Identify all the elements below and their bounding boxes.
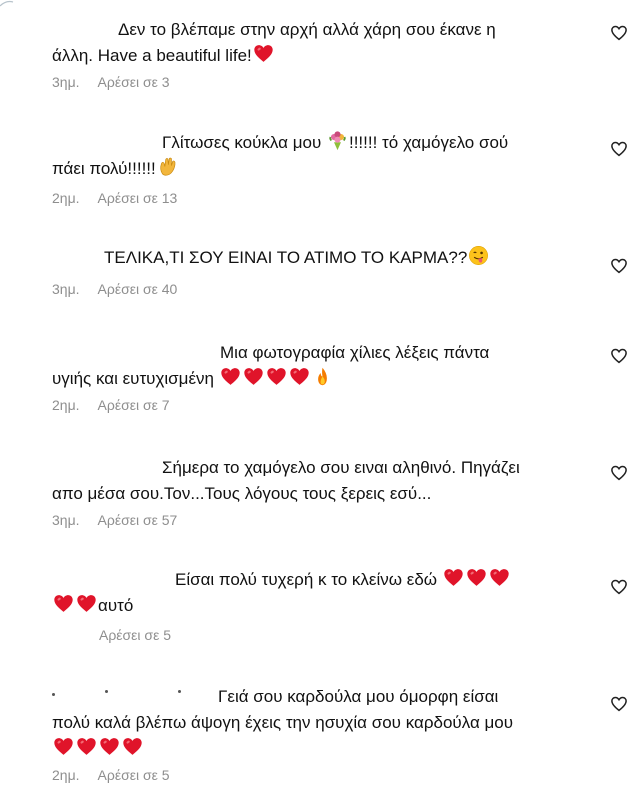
comment-text: Γλίτωσες κούκλα μου !!!!!! τό χαμόγελο σ… bbox=[0, 130, 600, 182]
stray-dot bbox=[105, 690, 108, 693]
comment-meta: 2ημ. Αρέσει σε 7 bbox=[52, 397, 170, 413]
comment-likes-link[interactable]: Αρέσει σε 3 bbox=[98, 74, 170, 90]
comment-text-segment: Μια φωτογραφία χίλιες λέξεις πάντα bbox=[220, 343, 490, 362]
red-heart-icon bbox=[76, 593, 97, 621]
comment-text-segment: άλλη. Have a beautiful life! bbox=[52, 46, 252, 65]
comment-timestamp: 3ημ. bbox=[52, 281, 80, 297]
comment-likes-link[interactable]: Αρέσει σε 57 bbox=[98, 512, 178, 528]
heart-outline-icon[interactable] bbox=[610, 140, 628, 158]
comment-text-segment: πάει πολύ!!!!!! bbox=[52, 159, 156, 178]
red-heart-icon bbox=[443, 567, 464, 595]
winking-tongue-face-icon bbox=[468, 245, 489, 273]
comment-text: Δεν το βλέπαμε στην αρχή αλλά χάρη σου έ… bbox=[0, 17, 600, 69]
comment-timestamp: 2ημ. bbox=[52, 397, 80, 413]
comment-meta: 3ημ. Αρέσει σε 3 bbox=[52, 74, 170, 90]
comment-text-segment: απο μέσα σου.Τον...Τους λόγους τους ξερε… bbox=[52, 484, 432, 503]
comment-likes-link[interactable]: Αρέσει σε 7 bbox=[98, 397, 170, 413]
comment-line: πολύ καλά βλέπω άψογη έχεις την ησυχία σ… bbox=[0, 710, 600, 736]
comment-likes-link[interactable]: Αρέσει σε 5 bbox=[99, 627, 171, 643]
comment-meta: Αρέσει σε 5 bbox=[52, 627, 171, 643]
comment-text-segment: αυτό bbox=[98, 596, 134, 615]
comment-line: αυτό bbox=[0, 593, 600, 619]
comment-line bbox=[0, 736, 600, 762]
comment-text: Είσαι πολύ τυχερή κ το κλείνω εδώ αυτό bbox=[0, 567, 600, 619]
red-heart-icon bbox=[489, 567, 510, 595]
red-heart-icon bbox=[53, 593, 74, 621]
comment-meta: 3ημ. Αρέσει σε 57 bbox=[52, 512, 177, 528]
comment-text-segment: Δεν το βλέπαμε στην αρχή αλλά χάρη σου έ… bbox=[118, 20, 496, 39]
red-heart-icon bbox=[220, 366, 241, 394]
comment-line: άλλη. Have a beautiful life! bbox=[0, 43, 600, 69]
comment-timestamp: 2ημ. bbox=[52, 190, 80, 206]
comment-text-segment: Γλίτωσες κούκλα μου bbox=[162, 133, 326, 152]
red-heart-icon bbox=[266, 366, 287, 394]
comment-text-segment: Είσαι πολύ τυχερή κ το κλείνω εδώ bbox=[175, 570, 442, 589]
comment-likes-link[interactable]: Αρέσει σε 5 bbox=[98, 767, 170, 783]
comment-meta: 2ημ. Αρέσει σε 13 bbox=[52, 190, 177, 206]
comment-meta: 2ημ. Αρέσει σε 5 bbox=[52, 767, 170, 783]
heart-outline-icon[interactable] bbox=[610, 347, 628, 365]
heart-outline-icon[interactable] bbox=[610, 257, 628, 275]
heart-outline-icon[interactable] bbox=[610, 24, 628, 42]
heart-outline-icon[interactable] bbox=[610, 578, 628, 596]
comment-line: Σήμερα το χαμόγελο σου ειναι αληθινό. Πη… bbox=[0, 455, 600, 481]
clapping-hands-icon bbox=[157, 156, 178, 184]
comment-line: υγιής και ευτυχισμένη bbox=[0, 366, 600, 392]
stray-dot bbox=[178, 690, 181, 693]
corner-arc-decoration bbox=[0, 0, 14, 7]
bouquet-icon bbox=[327, 130, 348, 158]
comment-line: Μια φωτογραφία χίλιες λέξεις πάντα bbox=[0, 340, 600, 366]
red-heart-icon bbox=[99, 736, 120, 764]
comment-line: Δεν το βλέπαμε στην αρχή αλλά χάρη σου έ… bbox=[0, 17, 600, 43]
comment-text-segment: Γειά σου καρδούλα μου όμορφη είσαι bbox=[218, 687, 499, 706]
comment-meta: 3ημ. Αρέσει σε 40 bbox=[52, 281, 177, 297]
comment-line: Γλίτωσες κούκλα μου !!!!!! τό χαμόγελο σ… bbox=[0, 130, 600, 156]
comment-text-segment: !!!!!! τό χαμόγελο σού bbox=[348, 133, 509, 152]
comment-line: Είσαι πολύ τυχερή κ το κλείνω εδώ bbox=[0, 567, 600, 593]
comment-text: Σήμερα το χαμόγελο σου ειναι αληθινό. Πη… bbox=[0, 455, 600, 507]
fire-icon bbox=[312, 366, 333, 394]
comment-timestamp: 3ημ. bbox=[52, 512, 80, 528]
comment-line: απο μέσα σου.Τον...Τους λόγους τους ξερε… bbox=[0, 481, 600, 507]
comment-timestamp: 3ημ. bbox=[52, 74, 80, 90]
red-heart-icon bbox=[243, 366, 264, 394]
comment-text-segment: Σήμερα το χαμόγελο σου ειναι αληθινό. Πη… bbox=[162, 458, 520, 477]
comment-text-segment: πολύ καλά βλέπω άψογη έχεις την ησυχία σ… bbox=[52, 713, 514, 732]
comment-line: Γειά σου καρδούλα μου όμορφη είσαι bbox=[0, 684, 600, 710]
comment-likes-link[interactable]: Αρέσει σε 13 bbox=[98, 190, 178, 206]
comment-text: Μια φωτογραφία χίλιες λέξεις πάντα υγιής … bbox=[0, 340, 600, 392]
comment-text-segment: ΤΕΛΙΚΑ,ΤΙ ΣΟΥ ΕΙΝΑΙ ΤΟ ΑΤΙΜΟ ΤΟ ΚΑΡΜΑ?? bbox=[104, 248, 468, 267]
stray-dot bbox=[52, 693, 55, 696]
red-heart-icon bbox=[76, 736, 97, 764]
red-heart-icon bbox=[53, 736, 74, 764]
comment-line: ΤΕΛΙΚΑ,ΤΙ ΣΟΥ ΕΙΝΑΙ ΤΟ ΑΤΙΜΟ ΤΟ ΚΑΡΜΑ?? bbox=[0, 245, 600, 271]
comment-text-segment: υγιής και ευτυχισμένη bbox=[52, 369, 219, 388]
comment-timestamp: 2ημ. bbox=[52, 767, 80, 783]
red-heart-icon bbox=[253, 43, 274, 71]
comment-text: Γειά σου καρδούλα μου όμορφη είσαι πολύ κ… bbox=[0, 684, 600, 762]
comment-text: ΤΕΛΙΚΑ,ΤΙ ΣΟΥ ΕΙΝΑΙ ΤΟ ΑΤΙΜΟ ΤΟ ΚΑΡΜΑ?? bbox=[0, 245, 600, 271]
heart-outline-icon[interactable] bbox=[610, 695, 628, 713]
comment-line: πάει πολύ!!!!!! bbox=[0, 156, 600, 182]
red-heart-icon bbox=[289, 366, 310, 394]
red-heart-icon bbox=[122, 736, 143, 764]
red-heart-icon bbox=[466, 567, 487, 595]
comment-likes-link[interactable]: Αρέσει σε 40 bbox=[98, 281, 178, 297]
heart-outline-icon[interactable] bbox=[610, 464, 628, 482]
